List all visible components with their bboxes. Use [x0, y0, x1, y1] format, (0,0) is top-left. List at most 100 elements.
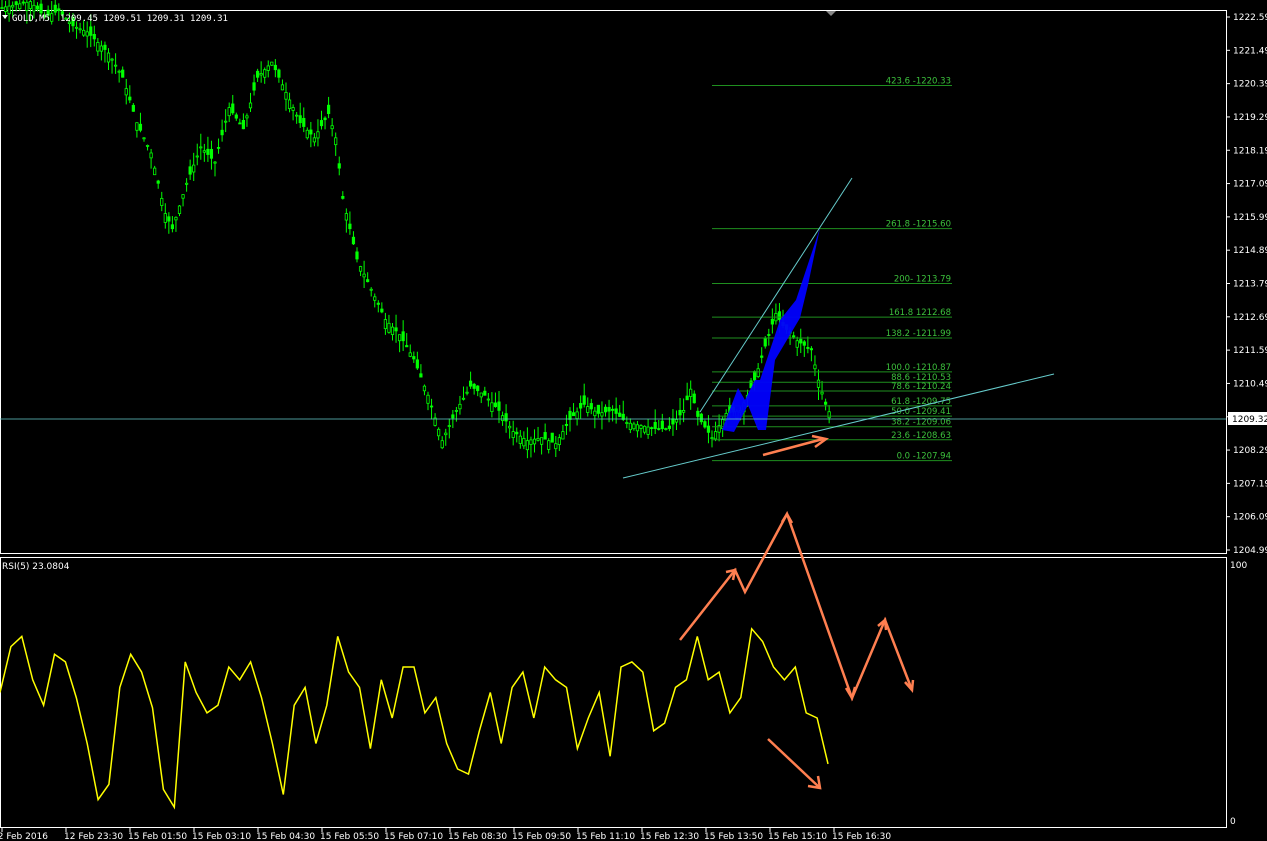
candle-body [582, 395, 586, 405]
candle-body [493, 402, 498, 408]
candle-body [554, 443, 558, 450]
price-tick-label: 1221.49 [1233, 46, 1267, 56]
candle-body [809, 348, 814, 351]
candle-body [0, 7, 4, 10]
fib-level-label: 261.8 -1215.60 [886, 220, 951, 230]
candle-body [625, 422, 629, 424]
candle-body [497, 401, 501, 411]
candle-body [401, 331, 405, 342]
candle-body [270, 61, 274, 66]
candle-body [362, 273, 366, 278]
fib-level-label: 0.0 -1207.94 [897, 452, 951, 462]
trading-chart[interactable]: 423.6 -1220.33 261.8 -1215.60 200- 1213.79… [0, 0, 1267, 841]
candle-body [444, 432, 448, 436]
candle-body [149, 152, 153, 159]
fib-level-label: 50.0 -1209.41 [891, 407, 951, 417]
fib-level-label: 138.2 -1211.99 [886, 329, 951, 339]
current-price-label: 1209.32 [1232, 415, 1267, 425]
candle-body [124, 88, 128, 96]
candle-body [571, 412, 576, 417]
candle-body [181, 194, 185, 199]
candle-body [153, 167, 157, 176]
time-tick-label: 15 Feb 13:50 [704, 832, 763, 841]
time-tick-label: 15 Feb 09:50 [512, 832, 571, 841]
candle-body [11, 4, 15, 8]
candle-body [121, 69, 125, 78]
candle-body [412, 356, 416, 360]
candle-body [440, 440, 444, 449]
candle-body [184, 182, 189, 185]
price-tick-label: 1210.49 [1233, 379, 1267, 389]
candle-body [650, 427, 654, 430]
candle-body [92, 34, 96, 40]
symbol-timeframe: GOLD,M5 [12, 14, 50, 24]
candle-body [628, 422, 632, 431]
candle-body [234, 114, 238, 119]
time-tick-label: 15 Feb 12:30 [640, 832, 699, 841]
candle-body [429, 405, 434, 408]
candle-body [53, 4, 57, 13]
candle-body [373, 296, 377, 301]
candle-body [206, 148, 210, 155]
rsi-scale-max: 100 [1230, 561, 1247, 571]
price-tick-label: 1212.69 [1233, 313, 1267, 323]
candle-body [618, 412, 622, 417]
price-tick-label: 1211.59 [1233, 346, 1267, 356]
candle-body [827, 411, 831, 419]
candle-body [504, 413, 508, 422]
candle-body [508, 425, 512, 429]
candle-body [635, 424, 640, 432]
candle-body [664, 428, 668, 430]
candle-body [358, 266, 363, 272]
candle-body [689, 388, 693, 397]
candle-body [383, 319, 388, 330]
candle-body [174, 216, 178, 221]
candle-body [685, 395, 689, 401]
candle-body [678, 409, 682, 416]
candle-body [767, 334, 771, 336]
candle-body [486, 398, 490, 401]
candle-body [603, 406, 608, 413]
candle-body [89, 26, 93, 36]
candle-body [586, 406, 590, 413]
candle-body [78, 28, 82, 31]
candle-body [806, 347, 810, 349]
time-tick-label: 15 Feb 07:10 [384, 832, 443, 841]
candle-body [561, 431, 565, 440]
candle-body [50, 13, 54, 22]
candle-body [824, 401, 828, 405]
candle-body [163, 213, 167, 223]
candle-body [667, 425, 672, 429]
candle-body [671, 418, 675, 425]
candle-body [387, 322, 391, 333]
candle-body [777, 311, 782, 320]
candle-body [394, 327, 398, 332]
candle-body [238, 122, 242, 125]
candle-body [525, 440, 530, 451]
time-tick-label: 12 Feb 2016 [0, 832, 48, 841]
candle-body [756, 368, 760, 377]
fib-level-label: 61.8 -1209.75 [891, 397, 951, 407]
candle-body [419, 373, 423, 378]
candle-body [255, 70, 260, 78]
candle-body [14, 1, 18, 5]
candle-body [21, 1, 25, 4]
candle-body [170, 224, 174, 230]
candle-body [39, 3, 43, 14]
candle-body [96, 42, 100, 52]
candle-body [468, 380, 473, 387]
candle-body [770, 318, 774, 325]
candle-body [550, 432, 554, 443]
price-tick-label: 1214.89 [1233, 246, 1267, 256]
candle-body [795, 340, 799, 348]
ohlc-values: 1209.45 1209.51 1209.31 1209.31 [60, 14, 228, 24]
candle-body [536, 438, 540, 441]
candle-body [397, 334, 402, 342]
candle-body [614, 408, 618, 414]
candle-body [192, 164, 196, 173]
fib-level-label: 161.8 1212.68 [889, 308, 951, 318]
candle-body [128, 96, 132, 101]
header-label: GOLD,M5 1209.45 1209.51 1209.31 1209.31 [2, 14, 228, 24]
price-tick-label: 1222.59 [1233, 13, 1267, 23]
candle-body [273, 64, 277, 71]
